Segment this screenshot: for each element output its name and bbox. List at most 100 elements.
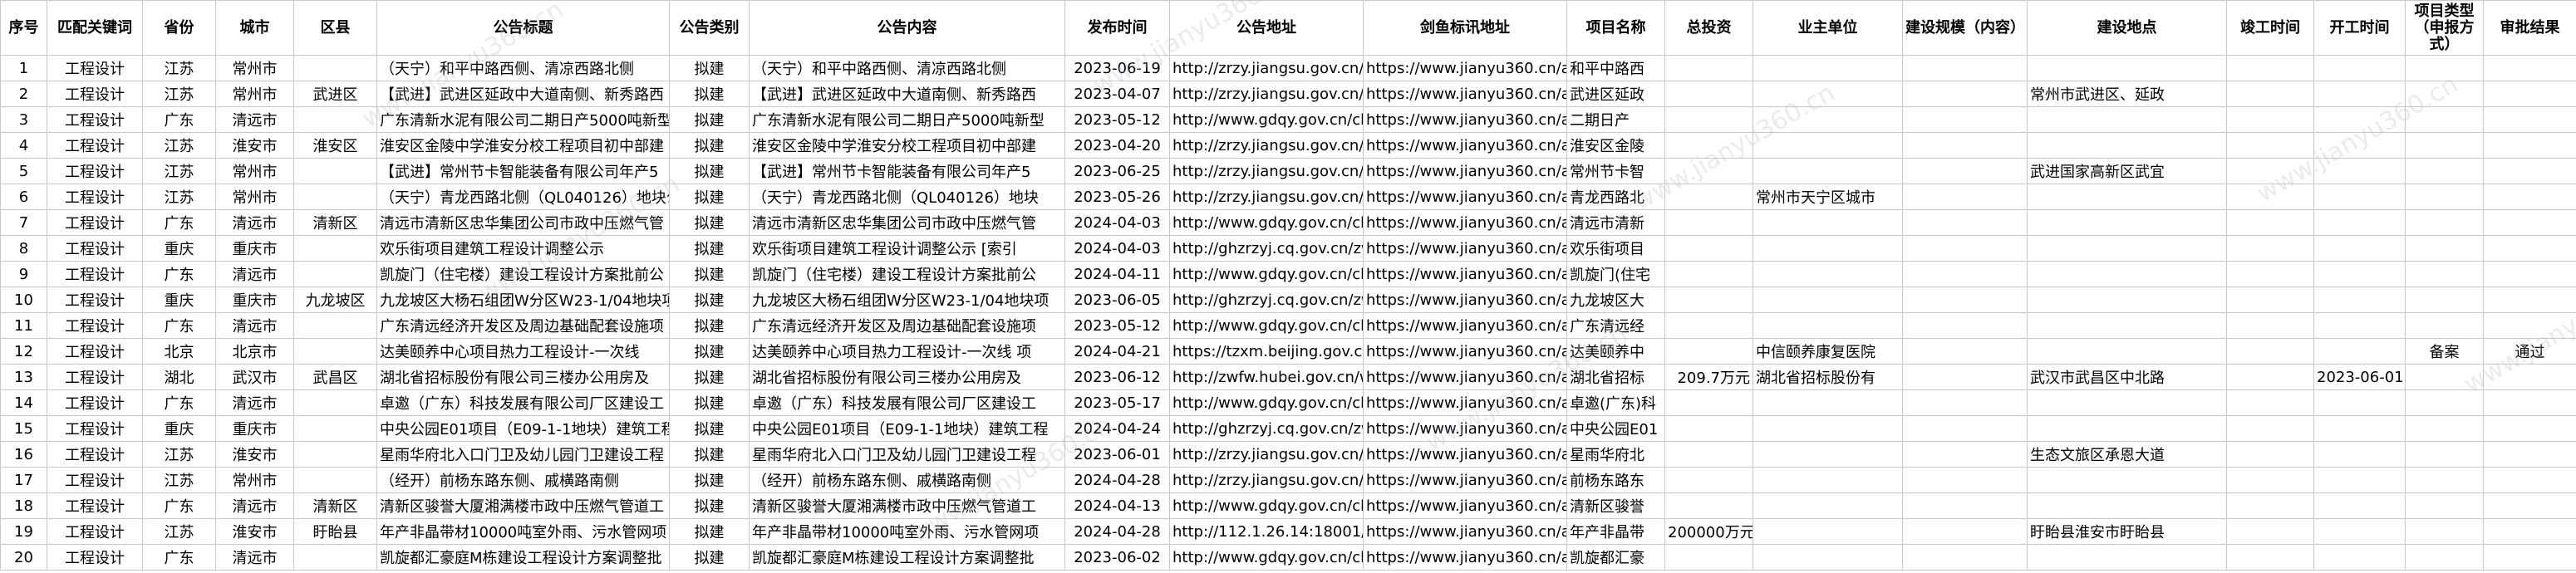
column-header[interactable]: 序号 [0, 0, 47, 56]
table-cell[interactable] [2027, 467, 2227, 493]
table-cell[interactable]: 年产非晶带材10000吨室外雨、污水管网项 [376, 518, 670, 545]
table-cell[interactable]: 2023-06-19 [1064, 55, 1170, 81]
table-cell[interactable]: https://www.jianyu360.cn/ar [1363, 286, 1567, 313]
table-cell[interactable]: 湖北省招标股份有 [1753, 364, 1903, 390]
table-cell[interactable]: 武昌区 [293, 364, 377, 390]
table-cell[interactable]: 星雨华府北入口门卫及幼儿园门卫建设工程 [749, 441, 1065, 468]
table-cell[interactable]: 广东 [142, 389, 216, 416]
table-cell[interactable] [1664, 467, 1753, 493]
table-cell[interactable]: 卓邀（广东）科技发展有限公司厂区建设工 [376, 389, 670, 416]
table-cell[interactable]: https://www.jianyu360.cn/ar [1363, 106, 1567, 133]
table-cell[interactable] [2027, 286, 2227, 313]
table-cell[interactable] [1664, 286, 1753, 313]
table-cell[interactable]: 九龙坡区大杨石组团W分区W23-1/04地块项 [749, 286, 1065, 313]
table-cell[interactable] [1664, 389, 1753, 416]
table-cell[interactable]: 常州市武进区、延政 [2027, 81, 2227, 107]
table-cell[interactable] [2027, 338, 2227, 365]
table-cell[interactable]: 工程设计 [47, 81, 143, 107]
table-row[interactable]: 9 工程设计 广东 清远市 凯旋门（住宅楼）建设工程设计方案批前公 拟建 凯旋门（住宅楼）建… [0, 261, 2576, 287]
table-cell[interactable]: 凯旋都汇豪 [1566, 544, 1665, 571]
table-cell[interactable] [2027, 106, 2227, 133]
table-cell[interactable]: 3 [0, 106, 47, 133]
table-cell[interactable]: 欢乐街项目 [1566, 235, 1665, 262]
table-cell[interactable] [2226, 184, 2314, 210]
table-cell[interactable]: 工程设计 [47, 338, 143, 365]
table-cell[interactable] [1664, 55, 1753, 81]
table-cell[interactable]: 10 [0, 286, 47, 313]
table-cell[interactable] [2313, 81, 2406, 107]
table-cell[interactable] [2226, 389, 2314, 416]
table-cell[interactable]: （天宁）青龙西路北侧（QL040126）地块 [749, 184, 1065, 210]
table-cell[interactable]: 拟建 [669, 364, 750, 390]
table-cell[interactable] [1753, 106, 1903, 133]
table-cell[interactable]: 20 [0, 544, 47, 571]
table-row[interactable]: 10 工程设计 重庆 重庆市 九龙坡区 九龙坡区大杨石组团W分区W23-1/04地块项 拟建… [0, 286, 2576, 313]
table-cell[interactable] [2405, 132, 2484, 159]
table-cell[interactable]: 拟建 [669, 338, 750, 365]
table-cell[interactable]: http://www.gdqy.gov.cn/ch [1169, 492, 1364, 519]
table-cell[interactable]: https://www.jianyu360.cn/ar [1363, 518, 1567, 545]
table-cell[interactable]: 2023-04-07 [1064, 81, 1170, 107]
column-header[interactable]: 省份 [142, 0, 216, 56]
table-cell[interactable] [2405, 158, 2484, 184]
table-cell[interactable] [2483, 312, 2576, 339]
table-cell[interactable] [2405, 415, 2484, 442]
column-header[interactable]: 剑鱼标讯地址 [1363, 0, 1567, 56]
table-cell[interactable]: 6 [0, 184, 47, 210]
table-cell[interactable] [1753, 235, 1903, 262]
table-cell[interactable] [2483, 55, 2576, 81]
table-cell[interactable]: 广东清新水泥有限公司二期日产5000吨新型 [749, 106, 1065, 133]
table-cell[interactable] [2027, 184, 2227, 210]
column-header[interactable]: 公告标题 [376, 0, 670, 56]
column-header[interactable]: 总投资 [1664, 0, 1753, 56]
table-cell[interactable] [2483, 209, 2576, 236]
table-cell[interactable]: 清远市 [215, 389, 294, 416]
table-cell[interactable]: http://ghzrzyj.cq.gov.cn/zw [1169, 235, 1364, 262]
table-cell[interactable]: https://www.jianyu360.cn/ar [1363, 389, 1567, 416]
table-cell[interactable]: 凯旋门（住宅楼）建设工程设计方案批前公 [376, 261, 670, 287]
column-header[interactable]: 项目名称 [1566, 0, 1665, 56]
table-cell[interactable] [293, 467, 377, 493]
table-cell[interactable]: 12 [0, 338, 47, 365]
table-cell[interactable] [2226, 544, 2314, 571]
table-cell[interactable]: 前杨东路东 [1566, 467, 1665, 493]
table-cell[interactable]: 广东 [142, 544, 216, 571]
table-cell[interactable] [293, 312, 377, 339]
table-cell[interactable] [2226, 132, 2314, 159]
table-cell[interactable] [293, 338, 377, 365]
table-cell[interactable]: 清远市清新 [1566, 209, 1665, 236]
table-cell[interactable] [2483, 158, 2576, 184]
column-header[interactable]: 开工时间 [2313, 0, 2406, 56]
table-cell[interactable]: 星雨华府北 [1566, 441, 1665, 468]
table-cell[interactable]: 工程设计 [47, 364, 143, 390]
table-cell[interactable]: 2024-04-11 [1064, 261, 1170, 287]
table-cell[interactable]: 广东清远经济开发区及周边基础配套设施项 [749, 312, 1065, 339]
table-cell[interactable]: 2023-05-12 [1064, 106, 1170, 133]
table-cell[interactable]: 拟建 [669, 158, 750, 184]
table-cell[interactable] [1902, 492, 2028, 519]
table-cell[interactable] [2483, 132, 2576, 159]
table-cell[interactable] [2483, 492, 2576, 519]
table-cell[interactable]: 拟建 [669, 441, 750, 468]
table-cell[interactable] [2313, 338, 2406, 365]
table-cell[interactable]: 广东清远经济开发区及周边基础配套设施项 [376, 312, 670, 339]
table-cell[interactable] [2226, 55, 2314, 81]
table-cell[interactable] [1664, 415, 1753, 442]
table-cell[interactable] [2483, 364, 2576, 390]
table-cell[interactable]: 工程设计 [47, 158, 143, 184]
table-cell[interactable] [1753, 286, 1903, 313]
table-cell[interactable] [2226, 209, 2314, 236]
table-cell[interactable]: 2024-04-13 [1064, 492, 1170, 519]
table-cell[interactable] [1753, 467, 1903, 493]
table-row[interactable]: 12 工程设计 北京 北京市 达美颐养中心项目热力工程设计-一次线 拟建 达美颐养中心项目热… [0, 338, 2576, 365]
table-cell[interactable]: 工程设计 [47, 467, 143, 493]
table-cell[interactable] [1753, 55, 1903, 81]
table-cell[interactable]: http://zwfw.hubei.gov.cn/w [1169, 364, 1364, 390]
table-cell[interactable]: https://www.jianyu360.cn/ar [1363, 132, 1567, 159]
table-cell[interactable]: 拟建 [669, 132, 750, 159]
table-cell[interactable]: 11 [0, 312, 47, 339]
table-cell[interactable]: （天宁）和平中路西侧、清凉西路北侧 [749, 55, 1065, 81]
table-cell[interactable] [293, 106, 377, 133]
table-cell[interactable] [1902, 235, 2028, 262]
table-cell[interactable] [1753, 492, 1903, 519]
